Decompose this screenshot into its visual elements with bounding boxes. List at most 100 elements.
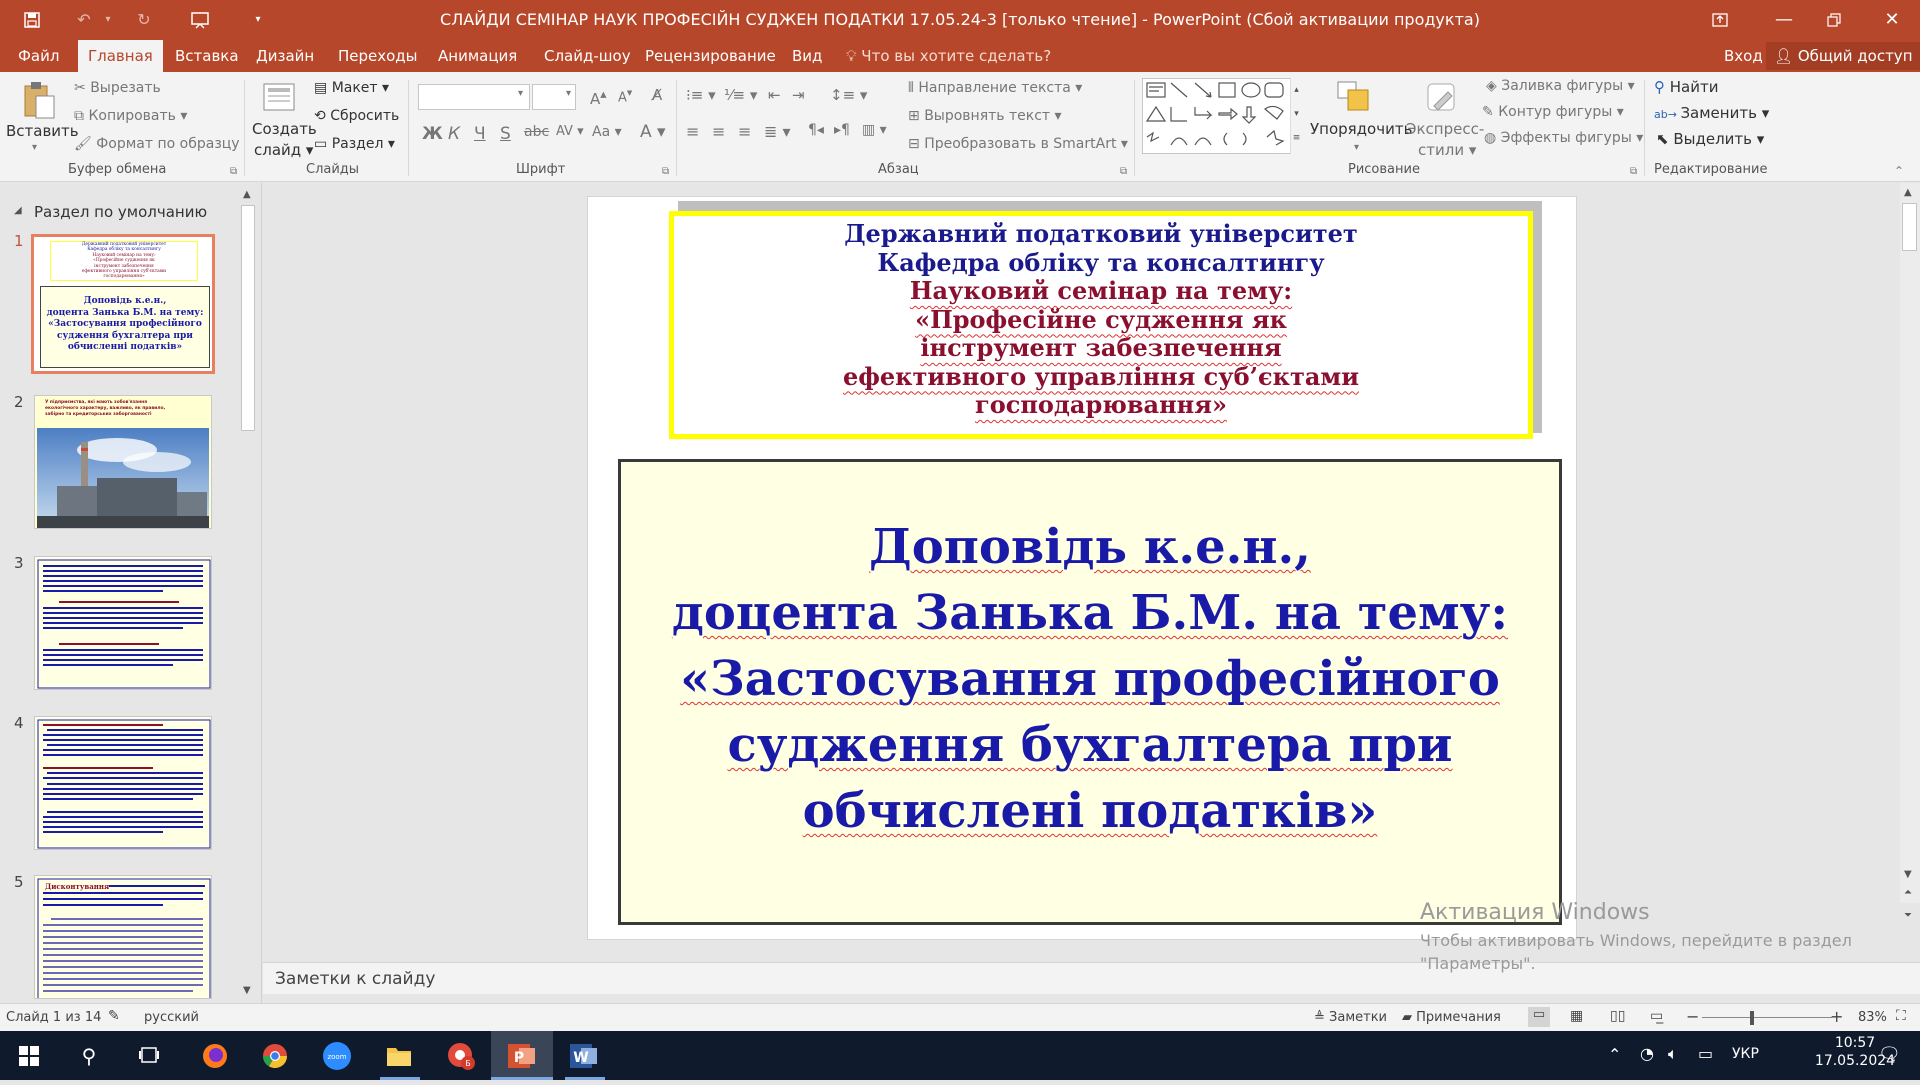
arrange-icon[interactable] (1336, 80, 1372, 116)
zoom-slider-track[interactable] (1702, 1017, 1832, 1018)
input-language[interactable]: УКР (1732, 1046, 1759, 1062)
tab-file[interactable]: Файл (8, 40, 69, 72)
tab-design[interactable]: Дизайн (246, 40, 324, 72)
section-button[interactable]: ▭ Раздел ▾ (314, 136, 395, 152)
font-name-dropdown-icon[interactable]: ▾ (518, 88, 523, 99)
previous-slide-icon[interactable]: ⏶ (1904, 887, 1912, 898)
ltr-icon[interactable]: ▸¶ (834, 122, 850, 138)
zoom-out-icon[interactable]: − (1686, 1007, 1699, 1026)
underline-button[interactable]: Ч (474, 124, 486, 144)
reading-view-icon[interactable]: ▯▯ (1610, 1008, 1625, 1024)
zoom-level[interactable]: 83% (1858, 1010, 1887, 1025)
columns-icon[interactable]: ▥ ▾ (862, 122, 887, 138)
new-slide-icon[interactable] (262, 80, 298, 116)
restore-button[interactable] (1810, 0, 1858, 40)
minimize-button[interactable]: — (1760, 0, 1808, 40)
collapse-ribbon-icon[interactable]: ⌃ (1894, 164, 1904, 178)
file-explorer-icon[interactable] (380, 1037, 418, 1075)
chrome-profile-icon[interactable]: Б (442, 1037, 480, 1075)
current-slide[interactable]: Державний податковий університет Кафедра… (587, 196, 1577, 940)
tab-animations[interactable]: Анимация (428, 40, 527, 72)
slide-thumb-2[interactable]: У підприємства, які мають зобов'язання е… (34, 395, 212, 529)
quick-styles-label-2[interactable]: стили ▾ (1418, 141, 1476, 159)
decrease-indent-icon[interactable]: ⇤ (768, 86, 781, 104)
rtl-icon[interactable]: ¶◂ (808, 122, 824, 138)
notifications-icon[interactable]: 🗨︎ (1878, 1044, 1901, 1065)
spellcheck-icon[interactable]: ✎︎ (108, 1008, 120, 1024)
tab-review[interactable]: Рецензирование (635, 40, 786, 72)
notes-toggle-button[interactable]: ≜ Заметки (1314, 1010, 1387, 1025)
font-launcher-icon[interactable]: ⧉ (662, 166, 669, 177)
increase-indent-icon[interactable]: ⇥ (792, 86, 805, 104)
find-button[interactable]: ⚲ Найти (1654, 78, 1718, 96)
justify-icon[interactable]: ≣ ▾ (764, 122, 791, 141)
language-indicator[interactable]: русский (144, 1010, 199, 1025)
network-icon[interactable]: ◔ (1640, 1044, 1654, 1063)
zoom-slider-thumb[interactable] (1750, 1011, 1754, 1025)
close-button[interactable]: ✕ (1868, 0, 1916, 40)
fit-to-window-icon[interactable]: ⛶ (1896, 1008, 1906, 1024)
battery-icon[interactable]: ▭ (1698, 1044, 1713, 1063)
align-center-icon[interactable]: ≡ (712, 122, 725, 141)
cut-button[interactable]: ✂ Вырезать (74, 80, 161, 96)
tab-view[interactable]: Вид (782, 40, 832, 72)
grow-font-icon[interactable]: A▴ (590, 86, 607, 108)
powerpoint-icon[interactable]: P (503, 1037, 541, 1075)
shrink-font-icon[interactable]: A▾ (618, 86, 632, 105)
italic-button[interactable]: К (448, 124, 460, 144)
paste-dropdown-icon[interactable]: ▾ (32, 142, 37, 153)
shape-effects-button[interactable]: ◍ Эффекты фигуры ▾ (1484, 130, 1643, 146)
convert-smartart-button[interactable]: ⊟ Преобразовать в SmartArt ▾ (908, 136, 1128, 152)
replace-button[interactable]: ab→ Заменить ▾ (1654, 104, 1769, 122)
volume-icon[interactable]: 🔈︎ (1668, 1044, 1678, 1064)
paragraph-launcher-icon[interactable]: ⧉ (1120, 166, 1127, 177)
report-title-box[interactable]: Доповідь к.е.н., доцента Занька Б.М. на … (618, 459, 1562, 925)
notes-placeholder[interactable]: Заметки к слайду (275, 969, 435, 989)
text-direction-button[interactable]: ⫴ Направление текста ▾ (908, 80, 1082, 96)
tab-home[interactable]: Главная (78, 40, 163, 72)
section-header[interactable]: Раздел по умолчанию (34, 203, 207, 221)
layout-button[interactable]: ▤ Макет ▾ (314, 80, 389, 96)
align-text-button[interactable]: ⊞ Выровнять текст ▾ (908, 108, 1062, 124)
comments-button[interactable]: ▰ Примечания (1402, 1010, 1501, 1025)
chrome-icon[interactable] (256, 1037, 294, 1075)
next-slide-icon[interactable]: ⏷ (1904, 910, 1912, 921)
shape-outline-button[interactable]: ✎ Контур фигуры ▾ (1482, 104, 1624, 120)
windows-start-icon[interactable] (10, 1037, 48, 1075)
align-left-icon[interactable]: ≡ (686, 122, 699, 141)
quick-styles-label-1[interactable]: Экспресс- (1406, 120, 1484, 138)
thumbnail-scrollbar[interactable]: ▲ ▼ (240, 187, 256, 999)
shape-fill-button[interactable]: ◈ Заливка фигуры ▾ (1486, 78, 1635, 94)
zoom-app-icon[interactable]: zoom (318, 1037, 356, 1075)
slide-scroll-thumb[interactable] (1902, 203, 1917, 251)
share-button[interactable]: 👤︎ Общий доступ (1766, 42, 1920, 70)
clear-formatting-icon[interactable]: A̸ (652, 86, 662, 104)
new-slide-label-1[interactable]: Создать (252, 120, 317, 138)
font-color-icon[interactable]: A ▾ (640, 122, 666, 142)
signin-link[interactable]: Вход (1724, 40, 1763, 72)
thumbnail-scroll-thumb[interactable] (241, 205, 255, 431)
tab-insert[interactable]: Вставка (165, 40, 249, 72)
tray-overflow-icon[interactable]: ⌃ (1608, 1045, 1621, 1064)
slide-thumb-5[interactable]: Дисконтування (34, 875, 212, 999)
drawing-launcher-icon[interactable]: ⧉ (1630, 166, 1637, 177)
task-view-icon[interactable] (130, 1037, 168, 1075)
tab-transitions[interactable]: Переходы (328, 40, 428, 72)
scroll-down-icon[interactable]: ▼ (243, 985, 251, 996)
slideshow-view-icon[interactable]: ▭̲ (1650, 1008, 1663, 1024)
zoom-in-icon[interactable]: + (1830, 1007, 1843, 1026)
slide-thumb-4[interactable] (34, 716, 212, 850)
arrange-dropdown-icon[interactable]: ▾ (1354, 142, 1359, 153)
font-name-field[interactable] (418, 84, 530, 110)
arrange-button[interactable]: Упорядочить (1310, 120, 1412, 138)
section-collapse-icon[interactable]: ◢ (14, 205, 22, 216)
bold-button[interactable]: Ж (422, 124, 443, 144)
scroll-up-icon[interactable]: ▲ (243, 189, 251, 200)
reset-button[interactable]: ⟲ Сбросить (314, 108, 399, 124)
bullets-icon[interactable]: ⁝≡ ▾ (686, 86, 716, 104)
slide-thumb-1[interactable]: Державний податковий університет Кафедра… (31, 234, 215, 374)
change-case-icon[interactable]: Aa ▾ (592, 124, 622, 140)
shapes-gallery-scroll[interactable]: ▴ ▾ ≡ (1290, 78, 1302, 154)
slide-thumb-3[interactable] (34, 556, 212, 690)
font-size-dropdown-icon[interactable]: ▾ (566, 88, 571, 99)
